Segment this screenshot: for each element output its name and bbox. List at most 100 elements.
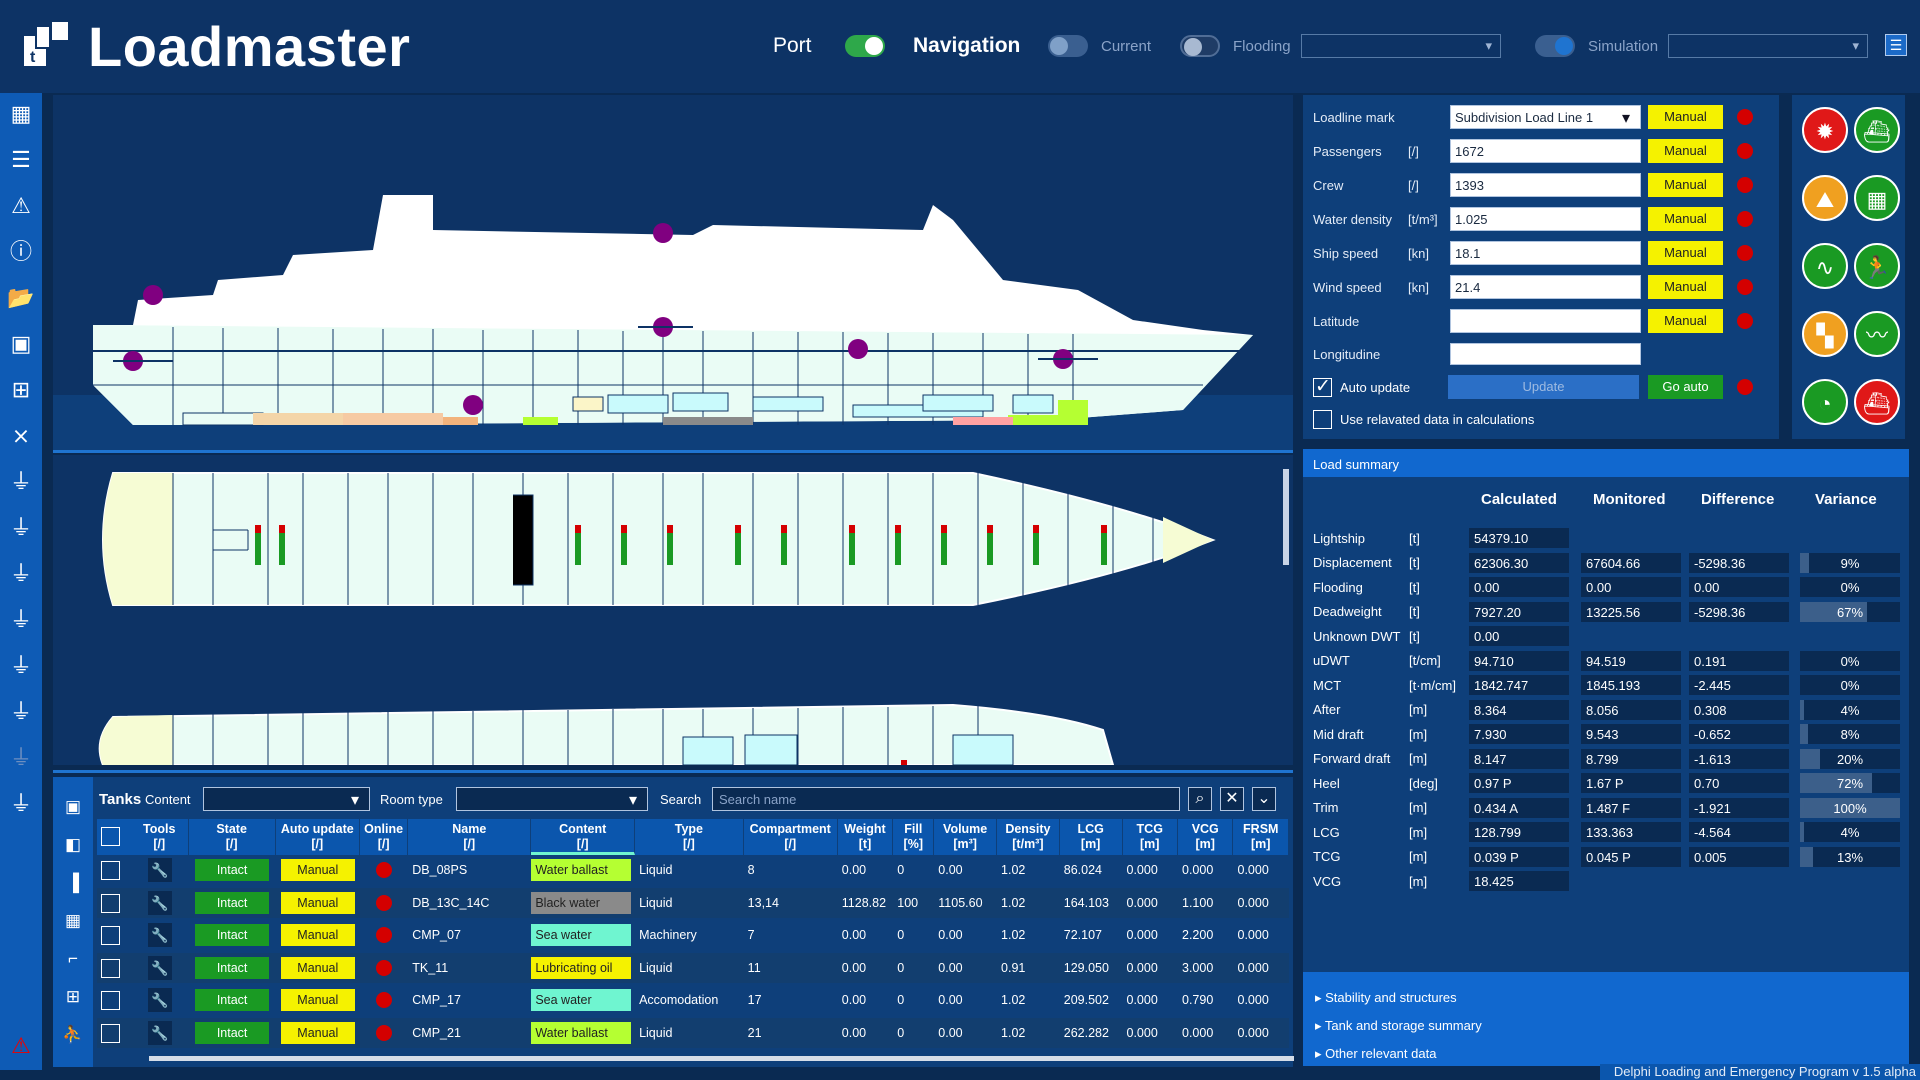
column-header[interactable]: Volume [m³] [934,819,998,855]
wrench-icon[interactable]: 🔧 [147,988,172,1012]
auto-update-checkbox[interactable] [1313,375,1332,398]
auto-update-button[interactable]: Manual [280,891,355,914]
alarm-icon[interactable]: ⚠ [6,1031,36,1061]
state-badge[interactable]: Intact [195,1021,270,1044]
horizontal-scrollbar[interactable] [149,1056,1294,1061]
crew-manual-button[interactable]: Manual [1648,173,1723,197]
wrench-icon[interactable]: 🔧 [147,858,172,882]
select-all-checkbox[interactable] [101,827,120,846]
state-badge[interactable]: Intact [195,924,270,946]
water-density-manual-button[interactable]: Manual [1648,207,1723,231]
filter-map-icon[interactable]: ⏚ [6,697,36,727]
row-checkbox[interactable] [101,893,120,913]
lifeboat-icon[interactable]: ⛴ [1854,379,1900,425]
link-stability[interactable]: ▸ Stability and structures [1315,990,1457,1006]
state-badge[interactable]: Intact [195,989,270,1011]
qr-report-icon[interactable]: ▦ [1854,175,1900,221]
gauge-icon[interactable]: ◔ [1802,379,1848,425]
table-row[interactable]: 🔧 Intact Manual CMP_21 Water ballast Liquid 21… [97,1017,1289,1048]
passengers-input[interactable]: 1672 [1450,139,1641,163]
column-header[interactable]: Type [/] [635,819,744,855]
filter-tank-icon[interactable]: ⏚ [6,467,36,497]
column-header[interactable]: State [/] [189,819,276,855]
ship-status-icon[interactable]: ⛴ [1854,107,1900,153]
open-folder-icon[interactable]: 📂 [6,283,36,313]
wind-speed-input[interactable]: 21.4 [1450,275,1641,299]
toggle-switch[interactable] [1048,35,1088,57]
use-relevant-checkbox[interactable] [1313,409,1332,429]
toggle-switch[interactable] [1180,35,1220,57]
gz-curve-icon[interactable]: ∿ [1802,243,1848,289]
add-load-icon[interactable]: ⊞ [6,375,36,405]
qr-icon[interactable]: ▦ [61,911,85,935]
filter-alert-icon[interactable]: ⏚ [6,789,36,819]
menu-icon[interactable]: ☰ [1885,34,1907,56]
save-icon[interactable]: ▣ [61,797,85,821]
column-header[interactable]: TCG [m] [1123,819,1178,855]
roomtype-filter-dropdown[interactable] [456,787,648,811]
table-row[interactable]: 🔧 Intact Manual DB_13C_14C Black water Liquid… [97,887,1289,918]
column-header[interactable]: Name [/] [408,819,532,855]
filter-person-icon[interactable]: ⏚ [6,559,36,589]
wind-icon[interactable]: 〰 [1854,311,1900,357]
state-badge[interactable]: Intact [195,891,270,914]
column-header[interactable]: Auto update [/] [276,819,360,855]
latitude-manual-button[interactable]: Manual [1648,309,1723,333]
auto-update-button[interactable]: Manual [280,989,355,1011]
column-header[interactable]: Tools [/] [131,819,189,855]
cube-icon[interactable]: ◧ [61,835,85,859]
table-row[interactable]: 🔧 Intact Manual CMP_17 Sea water Accomodation… [97,985,1289,1015]
column-header[interactable]: FRSM [m] [1234,819,1289,855]
search-input[interactable]: Search name [712,787,1180,811]
wrench-icon[interactable]: 🔧 [147,923,172,947]
compartments-icon[interactable]: ▚ [1802,311,1848,357]
auto-update-button[interactable]: Manual [280,956,355,979]
clear-filter-icon[interactable]: ✕ [1220,787,1244,811]
link-other-data[interactable]: ▸ Other relevant data [1315,1046,1436,1062]
filter-grid-icon[interactable]: ⏚ [6,651,36,681]
row-checkbox[interactable] [101,926,120,945]
passengers-manual-button[interactable]: Manual [1648,139,1723,163]
auto-update-button[interactable]: Manual [280,859,355,881]
wrench-icon[interactable]: 🔧 [147,890,172,915]
row-checkbox[interactable] [101,958,120,978]
wrench-icon[interactable]: 🔧 [147,1020,172,1045]
column-header[interactable]: Compartment [/] [744,819,838,855]
port-nav-toggle[interactable] [845,28,885,64]
grid-view-icon[interactable]: ▦ [6,99,36,129]
go-auto-button[interactable]: Go auto [1648,375,1723,399]
evacuation-icon[interactable]: 🏃 [1854,243,1900,289]
info-icon[interactable]: ⓘ [6,237,36,267]
warning-icon[interactable]: ⚠ [6,191,36,221]
toggle-switch[interactable] [1535,35,1575,57]
loadline-select[interactable]: Subdivision Load Line 1 [1450,105,1641,129]
update-button[interactable]: Update [1448,375,1639,399]
expand-icon[interactable]: ⌄ [1252,787,1276,811]
current-toggle[interactable] [1048,28,1088,64]
crane-icon[interactable]: ⌐ [61,949,85,973]
column-header[interactable]: Fill [%] [893,819,935,855]
column-header[interactable]: Density [t/m³] [997,819,1060,855]
column-header[interactable]: Weight [t] [838,819,894,855]
table-row[interactable]: 🔧 Intact Manual CMP_07 Sea water Machinery 7 0.… [97,920,1289,950]
toggle-switch[interactable] [845,35,885,57]
layout-icon[interactable]: ⊞ [61,987,85,1011]
people-icon[interactable]: ⛹ [61,1025,85,1049]
auto-update-button[interactable]: Manual [280,1021,355,1044]
damage-icon[interactable]: ✹ [1802,107,1848,153]
loadline-manual-button[interactable]: Manual [1648,105,1723,129]
wind-speed-manual-button[interactable]: Manual [1648,275,1723,299]
flooding-dropdown[interactable] [1301,34,1501,58]
row-checkbox[interactable] [101,1023,120,1043]
water-density-input[interactable]: 1.025 [1450,207,1641,231]
state-badge[interactable]: Intact [195,859,270,881]
longitude-input[interactable] [1450,343,1641,365]
grounding-icon[interactable]: ⛰ [1802,175,1848,221]
simulation-dropdown[interactable] [1668,34,1868,58]
ship-speed-input[interactable]: 18.1 [1450,241,1641,265]
ship-speed-manual-button[interactable]: Manual [1648,241,1723,265]
table-row[interactable]: 🔧 Intact Manual DB_08PS Water ballast Liquid 8… [97,855,1289,885]
latitude-input[interactable] [1450,309,1641,333]
crew-input[interactable]: 1393 [1450,173,1641,197]
row-checkbox[interactable] [101,861,120,880]
